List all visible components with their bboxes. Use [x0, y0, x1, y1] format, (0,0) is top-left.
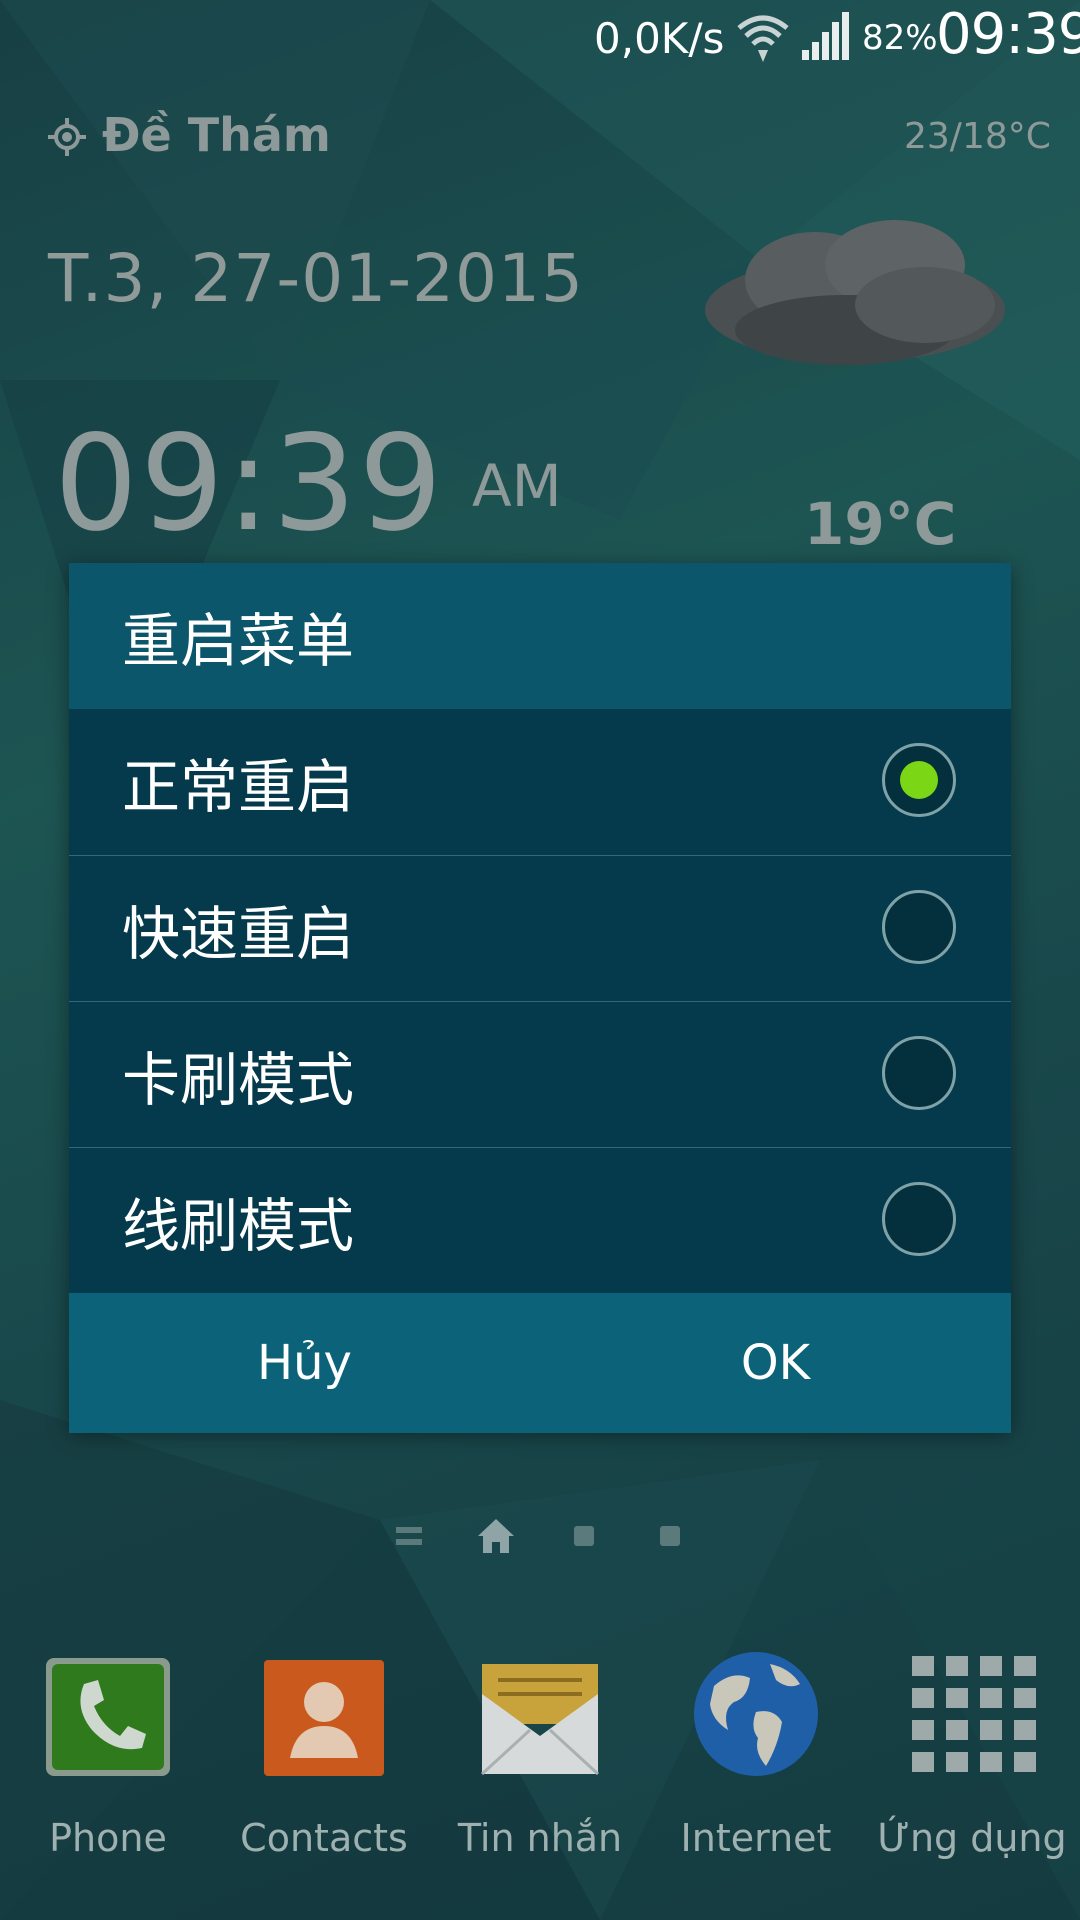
dock-item-apps[interactable]: Ứng dụng — [864, 1640, 1080, 1880]
location-icon — [48, 118, 86, 156]
option-fast-reboot[interactable]: 快速重启 — [69, 855, 1011, 1001]
option-download-mode[interactable]: 线刷模式 — [69, 1147, 1011, 1293]
ok-button[interactable]: OK — [540, 1293, 1011, 1433]
option-label: 快速重启 — [122, 899, 355, 968]
page-dot[interactable] — [660, 1526, 680, 1546]
dock: Phone Contacts Tin nhắn Internet Ứng dụn… — [0, 1640, 1080, 1880]
option-label: 线刷模式 — [122, 1191, 355, 1260]
radio-selected-dot — [900, 761, 938, 799]
dock-label: Ứng dụng — [877, 1816, 1067, 1860]
option-label: 卡刷模式 — [122, 1045, 355, 1114]
cancel-button[interactable]: Hủy — [69, 1293, 540, 1433]
dock-item-phone[interactable]: Phone — [0, 1640, 216, 1880]
cloud-icon — [705, 220, 1005, 365]
dialog-button-row: Hủy OK — [69, 1293, 1011, 1433]
radio-button[interactable] — [882, 1182, 956, 1256]
dock-label: Contacts — [240, 1816, 408, 1860]
dock-label: Tin nhắn — [457, 1816, 623, 1860]
temperature-range: 23/18°C — [904, 116, 1051, 157]
phone-icon — [46, 1658, 170, 1776]
dock-label: Phone — [49, 1816, 167, 1860]
messages-icon — [480, 1664, 600, 1776]
current-temperature: 19°C — [804, 490, 957, 558]
dock-item-contacts[interactable]: Contacts — [216, 1640, 432, 1880]
home-page-icon[interactable] — [476, 1516, 516, 1556]
globe-icon — [694, 1652, 818, 1776]
dock-label: Internet — [680, 1816, 832, 1860]
page-dot[interactable] — [574, 1526, 594, 1546]
option-recovery-mode[interactable]: 卡刷模式 — [69, 1001, 1011, 1147]
radio-button[interactable] — [882, 890, 956, 964]
option-label: 正常重启 — [122, 753, 355, 821]
page-indicator — [0, 1516, 1080, 1556]
apps-grid-icon — [912, 1656, 1036, 1772]
contacts-icon — [264, 1660, 384, 1776]
option-normal-reboot[interactable]: 正常重启 — [69, 709, 1011, 855]
reboot-menu-dialog: 重启菜单 正常重启 快速重启 卡刷模式 线刷模式 Hủy OK — [69, 563, 1011, 1433]
widget-ampm: AM — [472, 452, 562, 520]
dock-item-internet[interactable]: Internet — [648, 1640, 864, 1880]
location-name: Đề Thám — [102, 108, 331, 162]
widget-time: 09:39 — [54, 407, 445, 561]
dock-item-messages[interactable]: Tin nhắn — [432, 1640, 648, 1880]
radio-button[interactable] — [882, 743, 956, 817]
dialog-title: 重启菜单 — [69, 563, 1011, 709]
menu-lines-icon[interactable] — [396, 1524, 422, 1548]
widget-date: T.3, 27-01-2015 — [48, 240, 584, 317]
radio-button[interactable] — [882, 1036, 956, 1110]
